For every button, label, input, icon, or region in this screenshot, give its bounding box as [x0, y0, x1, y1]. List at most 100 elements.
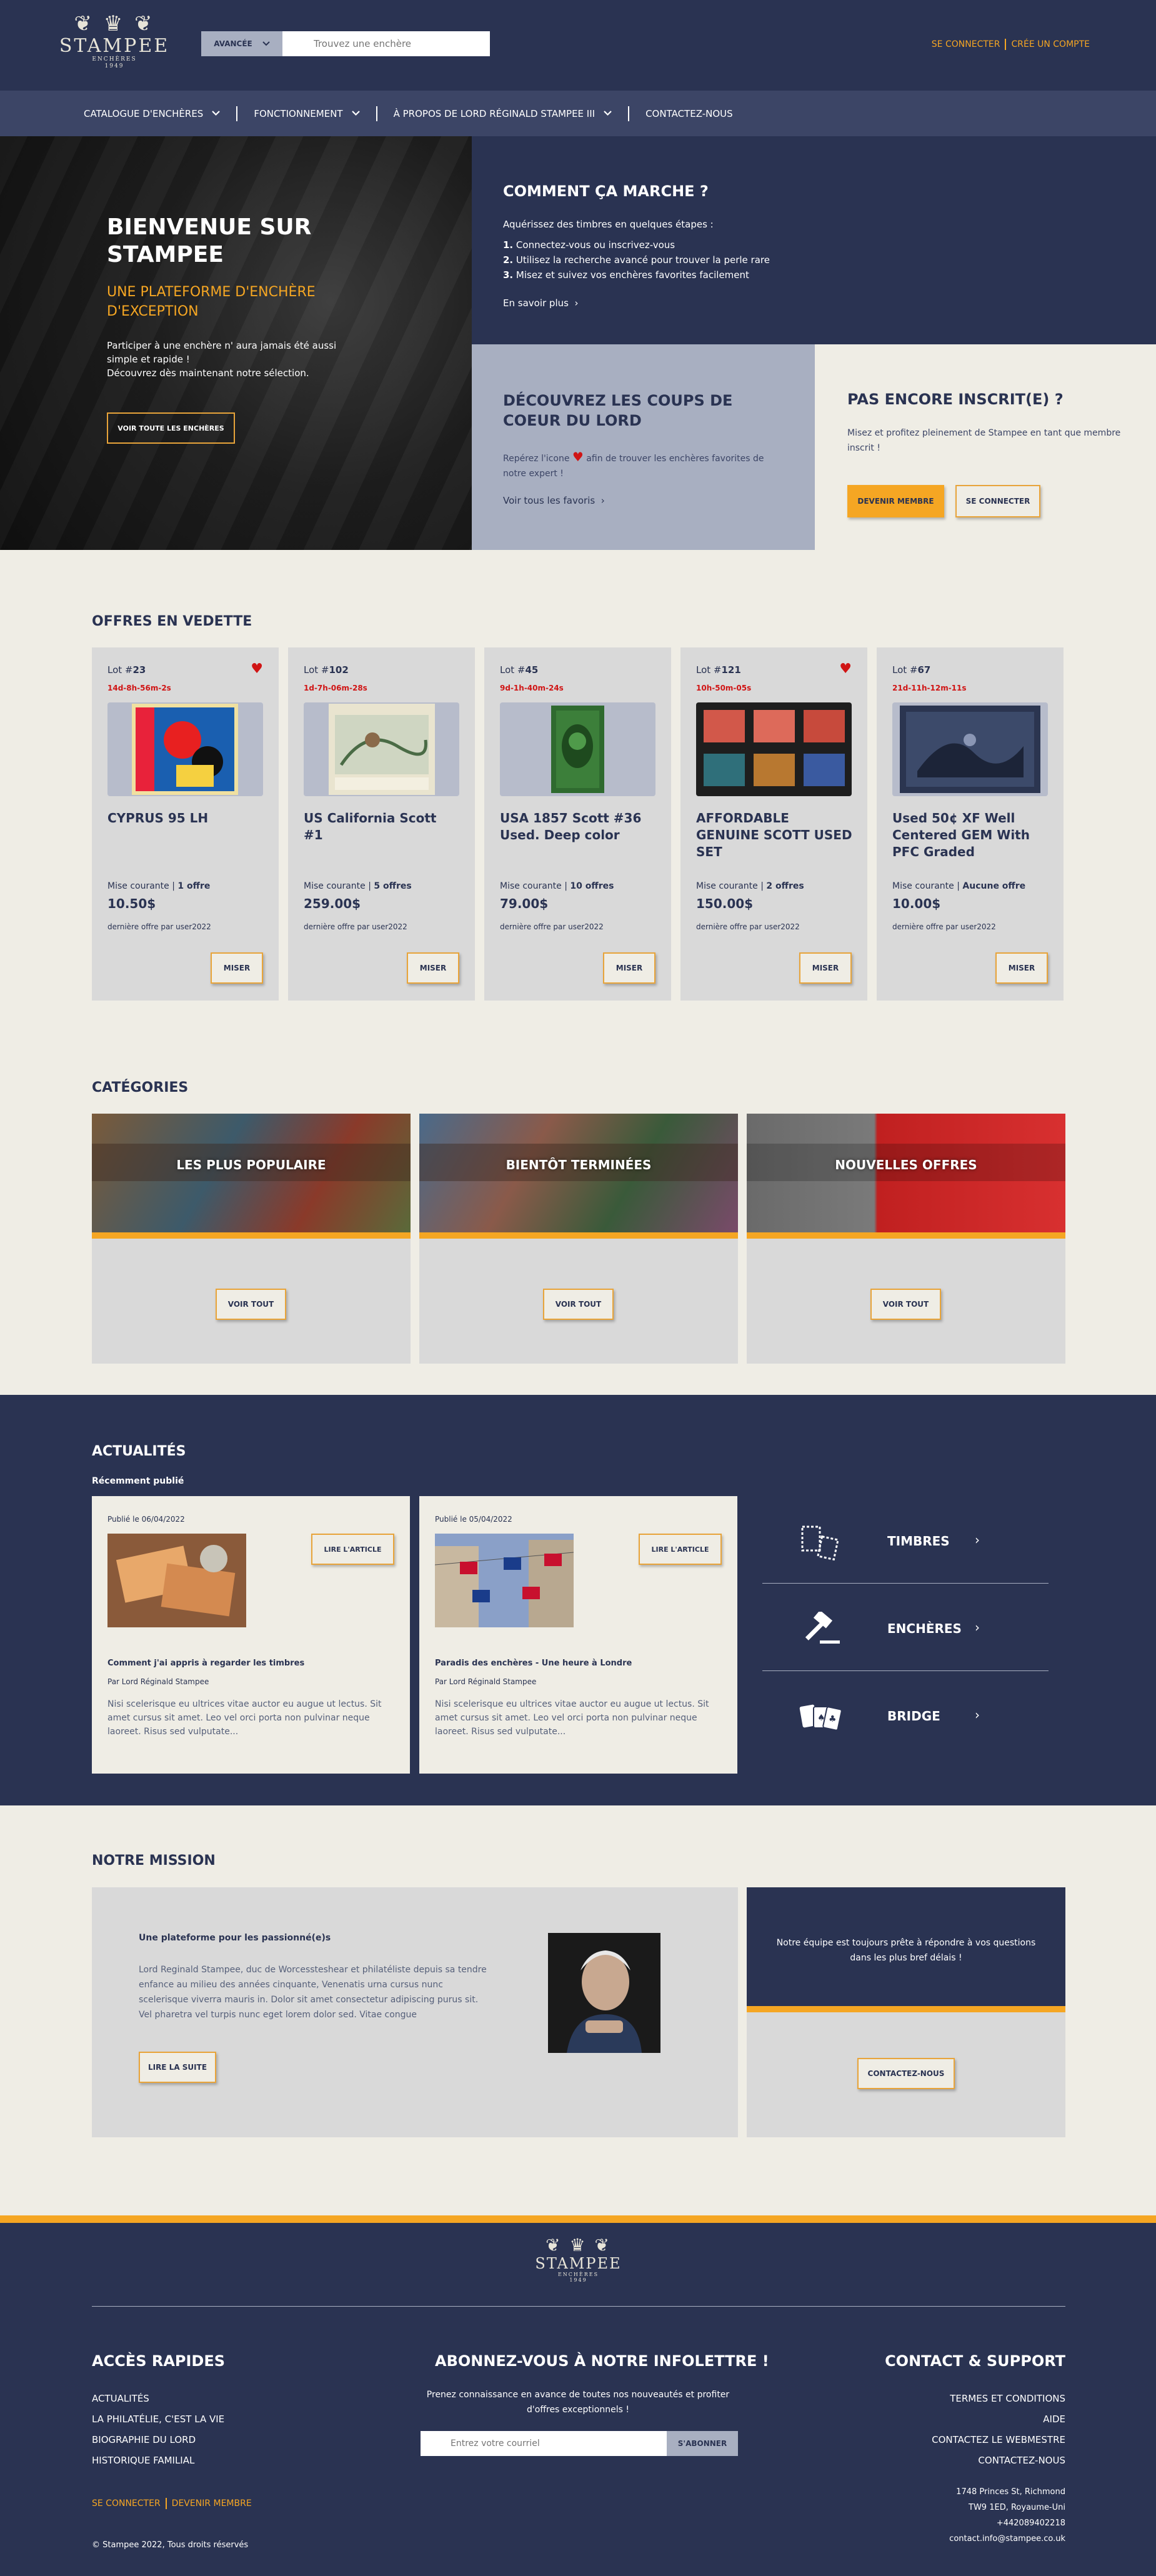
- phone-number[interactable]: +442089402218: [949, 2515, 1065, 2531]
- nav-label: CATALOGUE D'ENCHÈRES: [84, 107, 204, 119]
- news-card[interactable]: Publié le 05/04/2022 LIRE L'ARTICLE Para…: [419, 1496, 737, 1774]
- nav-item-fonctionnement[interactable]: FONCTIONNEMENT: [254, 108, 360, 119]
- bid-button[interactable]: MISER: [799, 952, 852, 984]
- search-input[interactable]: [282, 31, 490, 56]
- auction-title: CYPRUS 95 LH: [107, 811, 209, 826]
- footer-login-link[interactable]: SE CONNECTER: [92, 2499, 161, 2509]
- heart-icon[interactable]: ♥: [839, 661, 852, 677]
- view-favorites-link[interactable]: Voir tous les favoris ›: [503, 495, 605, 506]
- footer-link[interactable]: ACTUALITÉS: [92, 2389, 224, 2409]
- countdown-timer: 21d-11h-12m-11s: [892, 684, 967, 692]
- lord-portrait-image: [548, 1933, 660, 2053]
- last-bidder: dernière offre par user2022: [500, 922, 604, 931]
- lot-number: Lot #102: [304, 664, 349, 676]
- auction-card[interactable]: Lot #23 ♥ 14d-8h-56m-2s CYPRUS 95 LH Mis…: [92, 647, 279, 1001]
- favorites-text: Repérez l'icone ♥ afin de trouver les en…: [503, 449, 764, 479]
- contact-us-button[interactable]: CONTACTEZ-NOUS: [857, 2058, 955, 2089]
- lot-number: Lot #23: [107, 664, 146, 676]
- categories-title: CATÉGORIES: [92, 1080, 189, 1096]
- footer-link[interactable]: TERMES ET CONDITIONS: [932, 2389, 1065, 2409]
- news-title: ACTUALITÉS: [92, 1444, 186, 1459]
- chevron-right-icon: ›: [975, 1620, 980, 1635]
- topic-link-bridge[interactable]: ♠ ♣ BRIDGE ›: [762, 1671, 1049, 1759]
- footer-link[interactable]: CONTACTEZ LE WEBMESTRE: [932, 2430, 1065, 2450]
- auction-title: AFFORDABLE GENUINE SCOTT USED SET: [696, 811, 852, 859]
- footer-member-link[interactable]: DEVENIR MEMBRE: [172, 2499, 252, 2509]
- gavel-icon: [805, 1612, 840, 1644]
- step-item: 2. Utilisez la recherche avancé pour tro…: [503, 254, 770, 266]
- topic-link-stamps[interactable]: TIMBRES ›: [762, 1496, 1049, 1584]
- countdown-timer: 14d-8h-56m-2s: [107, 684, 171, 692]
- view-all-button[interactable]: VOIR TOUT: [543, 1289, 614, 1320]
- support-card: Notre équipe est toujours prête à répond…: [747, 1887, 1065, 2137]
- auction-card[interactable]: Lot #67 21d-11h-12m-11s Used 50¢ XF Well…: [877, 647, 1064, 1001]
- topic-label: BRIDGE: [887, 1709, 940, 1724]
- heart-icon[interactable]: ♥: [251, 661, 263, 677]
- last-bidder: dernière offre par user2022: [892, 922, 996, 931]
- nav-item-contact[interactable]: CONTACTEZ-NOUS: [645, 108, 733, 119]
- category-card-new-offers[interactable]: NOUVELLES OFFRES VOIR TOUT: [747, 1114, 1065, 1364]
- auction-card[interactable]: Lot #102 1d-7h-06m-28s US California Sco…: [288, 647, 475, 1001]
- read-article-button[interactable]: LIRE L'ARTICLE: [639, 1534, 722, 1565]
- auction-title: USA 1857 Scott #36 Used. Deep color: [500, 811, 642, 842]
- join-title: PAS ENCORE INSCRIT(E) ?: [847, 391, 1064, 408]
- footer-link[interactable]: BIOGRAPHIE DU LORD: [92, 2430, 224, 2450]
- newsletter-email-input[interactable]: [421, 2431, 667, 2456]
- logo-name: STAMPEE: [59, 35, 170, 57]
- nav-label: À PROPOS DE LORD RÉGINALD STAMPEE III: [393, 107, 595, 119]
- featured-title: OFFRES EN VEDETTE: [92, 614, 252, 629]
- footer-logo[interactable]: ❦ ♛ ❦ STAMPEE ENCHÈRES 1949: [530, 2235, 627, 2285]
- view-all-button[interactable]: VOIR TOUT: [870, 1289, 941, 1320]
- hero-subtitle: UNE PLATEFORME D'ENCHÈRE D'EXCEPTION: [107, 284, 316, 319]
- topic-label: ENCHÈRES: [887, 1621, 962, 1636]
- register-link[interactable]: CRÉE UN COMPTE: [1011, 39, 1090, 49]
- stampee-logo[interactable]: ❦ ♛ ❦ STAMPEE ENCHÈRES 1949: [55, 11, 174, 74]
- join-panel: PAS ENCORE INSCRIT(E) ? Misez et profite…: [815, 344, 1156, 550]
- login-button[interactable]: SE CONNECTER: [955, 485, 1040, 517]
- email-address[interactable]: contact.info@stampee.co.uk: [949, 2531, 1065, 2547]
- login-link[interactable]: SE CONNECTER: [932, 39, 1000, 49]
- lot-number: Lot #67: [892, 664, 931, 676]
- chevron-down-icon: [604, 111, 612, 116]
- quick-links-title: ACCÈS RAPIDES: [92, 2352, 226, 2370]
- category-card-ending-soon[interactable]: BIENTÔT TERMINÉES VOIR TOUT: [419, 1114, 738, 1364]
- become-member-button[interactable]: DEVENIR MEMBRE: [847, 485, 944, 517]
- nav-item-catalogue[interactable]: CATALOGUE D'ENCHÈRES: [84, 107, 221, 119]
- category-card-popular[interactable]: LES PLUS POPULAIRE VOIR TOUT: [92, 1114, 411, 1364]
- lot-number: Lot #121: [696, 664, 741, 676]
- bid-button[interactable]: MISER: [603, 952, 655, 984]
- category-label: NOUVELLES OFFRES: [835, 1157, 977, 1172]
- read-article-button[interactable]: LIRE L'ARTICLE: [311, 1534, 394, 1565]
- auction-card[interactable]: Lot #121 ♥ 10h-50m-05s AFFORDABLE GENUIN…: [680, 647, 867, 1001]
- newsletter-text: Prenez connaissance en avance de toutes …: [426, 2390, 730, 2415]
- nav-item-about[interactable]: À PROPOS DE LORD RÉGINALD STAMPEE III: [394, 108, 612, 119]
- step-item: 1. Connectez-vous ou inscrivez-vous: [503, 239, 675, 251]
- view-all-button[interactable]: VOIR TOUT: [216, 1289, 286, 1320]
- auction-card[interactable]: Lot #45 9d-1h-40m-24s USA 1857 Scott #36…: [484, 647, 671, 1001]
- article-author: Par Lord Réginald Stampee: [435, 1677, 537, 1686]
- footer-link[interactable]: AIDE: [932, 2409, 1065, 2430]
- stamp-image: [304, 702, 459, 796]
- learn-more-link[interactable]: En savoir plus ›: [503, 297, 578, 309]
- search-bar: AVANCÉE: [201, 31, 490, 56]
- logo-year: 1949: [569, 2277, 587, 2283]
- bid-button[interactable]: MISER: [995, 952, 1048, 984]
- news-card[interactable]: Publié le 06/04/2022 LIRE L'ARTICLE Comm…: [92, 1496, 410, 1774]
- footer-link[interactable]: HISTORIQUE FAMILIAL: [92, 2450, 224, 2471]
- category-banner: LES PLUS POPULAIRE: [92, 1114, 411, 1239]
- footer-link[interactable]: CONTACTEZ-NOUS: [932, 2450, 1065, 2471]
- subscribe-button[interactable]: S'ABONNER: [667, 2431, 738, 2456]
- bid-button[interactable]: MISER: [211, 952, 263, 984]
- footer-link[interactable]: LA PHILATÉLIE, C'EST LA VIE: [92, 2409, 224, 2430]
- topic-link-auctions[interactable]: ENCHÈRES ›: [762, 1584, 1049, 1671]
- heart-icon: ♥: [572, 449, 584, 464]
- advanced-search-dropdown[interactable]: AVANCÉE: [201, 31, 282, 56]
- article-author: Par Lord Réginald Stampee: [107, 1677, 209, 1686]
- stamp-image: [500, 702, 655, 796]
- read-more-button[interactable]: LIRE LA SUITE: [139, 2052, 216, 2083]
- mission-card: Une plateforme pour les passionné(e)s Lo…: [92, 1887, 738, 2137]
- view-all-auctions-button[interactable]: VOIR TOUTE LES ENCHÈRES: [107, 412, 235, 444]
- bid-button[interactable]: MISER: [407, 952, 459, 984]
- current-price: 10.00$: [892, 896, 941, 911]
- nav-divider: [628, 106, 630, 121]
